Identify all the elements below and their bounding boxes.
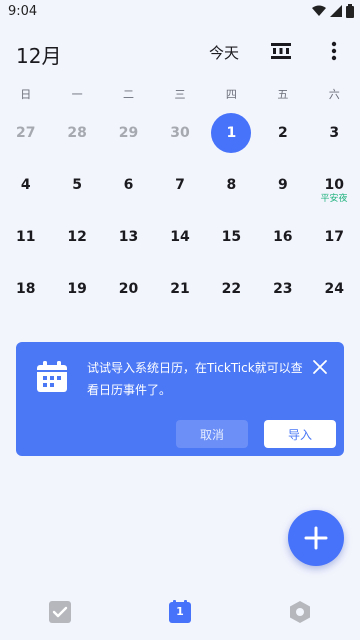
view-toggle-icon[interactable] xyxy=(270,42,292,60)
day-cell[interactable]: 12 xyxy=(51,212,102,264)
day-cell[interactable]: 2 xyxy=(257,108,308,160)
status-bar: 9:04 xyxy=(0,0,360,24)
import-button[interactable]: 导入 xyxy=(264,420,336,448)
day-number: 24 xyxy=(324,281,344,297)
day-cell[interactable]: 21 xyxy=(154,264,205,316)
calendar-icon xyxy=(37,361,67,392)
weekday-label: 二 xyxy=(123,88,135,101)
day-number: 30 xyxy=(170,125,190,141)
day-cell[interactable]: 23 xyxy=(257,264,308,316)
close-icon[interactable] xyxy=(312,359,328,375)
day-cell[interactable]: 7 xyxy=(154,160,205,212)
week-row: 4 5 6 7 8 9 10 xyxy=(0,160,360,212)
day-number: 11 xyxy=(15,229,36,245)
day-cell[interactable]: 4 xyxy=(0,160,51,212)
day-number: 14 xyxy=(170,229,190,245)
week-row: 11 12 13 14 15 16 17 xyxy=(0,212,360,264)
status-icons xyxy=(312,4,354,18)
day-cell[interactable]: 8 xyxy=(206,160,257,212)
day-cell[interactable]: 29 xyxy=(103,108,154,160)
weekday-label: 一 xyxy=(71,88,83,101)
day-number: 5 xyxy=(72,177,82,193)
day-number: 1 xyxy=(226,125,237,141)
day-number: 29 xyxy=(118,125,139,141)
settings-hex-icon[interactable] xyxy=(288,600,312,624)
week-row: 18 19 20 21 22 23 24 xyxy=(0,264,360,316)
month-grid: 27 28 29 30 1 2 3 4 5 6 7 8 9 10 11 12 1… xyxy=(0,108,360,316)
day-number: 9 xyxy=(277,177,288,193)
cancel-button[interactable]: 取消 xyxy=(176,420,248,448)
day-number: 2 xyxy=(277,125,288,141)
weekday-label: 六 xyxy=(328,88,340,101)
day-cell[interactable]: 17 xyxy=(309,212,360,264)
month-title[interactable]: 12月 xyxy=(16,40,61,69)
weekday-row: 日 一 二 三 四 五 六 xyxy=(0,86,360,102)
weekday-label: 五 xyxy=(277,88,289,101)
day-number: 21 xyxy=(170,281,190,297)
day-cell[interactable]: 16 xyxy=(257,212,308,264)
banner-message: 试试导入系统日历，在TickTick就可以查看日历事件了。 xyxy=(87,361,303,397)
day-cell[interactable]: 3 xyxy=(309,108,360,160)
weekday-label: 日 xyxy=(20,88,32,101)
day-number: 13 xyxy=(118,229,139,245)
day-number: 18 xyxy=(15,281,36,297)
status-time: 9:04 xyxy=(8,4,38,19)
today-button[interactable]: 今天 xyxy=(209,42,239,63)
day-cell[interactable]: 28 xyxy=(51,108,102,160)
add-task-button[interactable] xyxy=(288,510,344,566)
day-number: 4 xyxy=(20,177,31,193)
day-cell[interactable]: 22 xyxy=(206,264,257,316)
day-cell-selected[interactable]: 1 xyxy=(206,108,257,160)
day-number: 28 xyxy=(67,125,87,141)
day-cell[interactable]: 18 xyxy=(0,264,51,316)
day-cell[interactable]: 11 xyxy=(0,212,51,264)
calendar-header: 12月 今天 xyxy=(0,36,360,70)
week-row: 27 28 29 30 1 2 3 xyxy=(0,108,360,160)
day-number: 22 xyxy=(221,281,242,297)
battery-icon xyxy=(346,4,354,18)
more-vert-icon[interactable] xyxy=(326,40,342,62)
day-cell[interactable]: 6 xyxy=(103,160,154,212)
task-check-icon[interactable] xyxy=(48,600,72,624)
holiday-label: 平安夜 xyxy=(320,194,348,204)
day-number: 8 xyxy=(226,177,237,193)
day-cell[interactable]: 5 xyxy=(51,160,102,212)
day-number: 6 xyxy=(123,177,134,193)
day-cell[interactable]: 9 xyxy=(257,160,308,212)
day-cell[interactable]: 20 xyxy=(103,264,154,316)
weekday-label: 四 xyxy=(225,88,237,101)
day-number: 7 xyxy=(175,177,185,193)
day-number: 3 xyxy=(329,125,340,141)
day-number: 12 xyxy=(67,229,87,245)
day-cell[interactable]: 24 xyxy=(309,264,360,316)
plus-icon xyxy=(304,526,328,550)
day-number: 27 xyxy=(15,125,36,141)
day-number: 15 xyxy=(221,229,242,245)
day-cell[interactable]: 15 xyxy=(206,212,257,264)
weekday-label: 三 xyxy=(174,88,186,101)
day-cell[interactable]: 30 xyxy=(154,108,205,160)
calendar-tab-badge: 1 xyxy=(176,605,184,618)
signal-icon xyxy=(330,5,342,17)
day-cell[interactable]: 10 xyxy=(309,160,360,212)
day-cell[interactable]: 27 xyxy=(0,108,51,160)
day-cell[interactable]: 19 xyxy=(51,264,102,316)
day-number: 16 xyxy=(273,229,293,245)
wifi-icon xyxy=(312,5,326,16)
day-number: 23 xyxy=(273,281,293,297)
day-number: 20 xyxy=(118,281,139,297)
day-number: 17 xyxy=(324,229,344,245)
import-calendar-banner: 试试导入系统日历，在TickTick就可以查看日历事件了。 取消 导入 xyxy=(16,342,344,456)
day-cell[interactable]: 14 xyxy=(154,212,205,264)
day-cell[interactable]: 13 xyxy=(103,212,154,264)
bottom-navigation: 1 xyxy=(0,590,360,640)
calendar-tab[interactable]: 1 xyxy=(168,600,192,624)
day-number: 19 xyxy=(67,281,87,297)
